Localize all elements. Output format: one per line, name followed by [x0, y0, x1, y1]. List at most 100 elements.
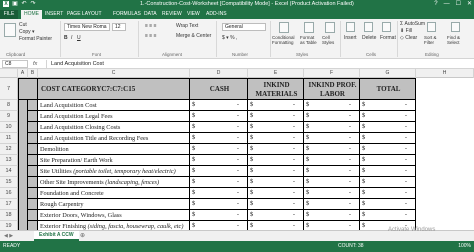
cash-cell[interactable]: $ -	[190, 133, 248, 144]
spacer-cell[interactable]	[28, 166, 38, 177]
name-box[interactable]: C8	[2, 60, 28, 68]
cost-category-cell[interactable]: Exterior Finishing (siding, fascia, hous…	[38, 221, 190, 230]
materials-cell[interactable]: $ -	[248, 111, 304, 122]
cost-category-cell[interactable]: Land Acquisition Title and Recording Fee…	[38, 133, 190, 144]
total-cell[interactable]: $ -	[360, 122, 416, 133]
cost-category-cell[interactable]: Site Preparation/ Earth Work	[38, 155, 190, 166]
merge-center-button[interactable]: Merge & Center	[176, 33, 211, 39]
cash-cell[interactable]: $ -	[190, 210, 248, 221]
italic-button[interactable]: I	[71, 35, 72, 41]
tab-view[interactable]: VIEW	[187, 10, 200, 19]
spacer-cell[interactable]	[28, 188, 38, 199]
format-as-table-icon[interactable]	[304, 22, 314, 33]
cash-cell[interactable]: $ -	[190, 188, 248, 199]
cost-category-cell[interactable]: Land Acquisition Closing Costs	[38, 122, 190, 133]
cash-cell[interactable]: $ -	[190, 111, 248, 122]
undo-icon[interactable]: ↶	[21, 1, 27, 7]
labor-cell[interactable]: $ -	[304, 122, 360, 133]
total-header[interactable]: TOTAL	[360, 78, 416, 100]
row-header[interactable]: 13	[0, 155, 18, 166]
column-header-c[interactable]: C	[38, 69, 190, 78]
font-name-select[interactable]: Times New Roma	[64, 23, 110, 31]
inkind-materials-header[interactable]: INKIND MATERIALS	[248, 78, 304, 100]
copy-button[interactable]: Copy ▾	[19, 29, 35, 35]
accounting-format-icon[interactable]: $ ▾ % ,	[222, 35, 237, 41]
conditional-formatting-button[interactable]: Conditional Formatting	[272, 35, 298, 45]
cost-category-cell[interactable]: Foundation and Concrete	[38, 188, 190, 199]
column-header-e[interactable]: E	[248, 69, 304, 78]
cost-category-cell[interactable]: Other Site Improvements (landscaping, fe…	[38, 177, 190, 188]
column-header-h[interactable]: H	[416, 69, 474, 78]
cash-header[interactable]: CASH	[190, 78, 248, 100]
cost-category-cell[interactable]: Site Utilities (portable toilet, tempora…	[38, 166, 190, 177]
spacer-cell[interactable]	[28, 221, 38, 230]
cell-styles-icon[interactable]	[325, 22, 335, 33]
materials-cell[interactable]: $ -	[248, 199, 304, 210]
materials-cell[interactable]: $ -	[248, 221, 304, 230]
column-header-a[interactable]: A	[18, 69, 28, 78]
cost-category-header[interactable]: COST CATEGORYC7:C7:C15	[38, 78, 190, 100]
cash-cell[interactable]: $ -	[190, 155, 248, 166]
total-cell[interactable]: $ -	[360, 166, 416, 177]
delete-cells-icon[interactable]	[364, 22, 373, 32]
column-header-f[interactable]: F	[304, 69, 360, 78]
materials-cell[interactable]: $ -	[248, 188, 304, 199]
labor-cell[interactable]: $ -	[304, 166, 360, 177]
column-header-d[interactable]: D	[190, 69, 248, 78]
redo-icon[interactable]: ↷	[30, 1, 36, 7]
align-top-icon[interactable]: ≡ ≡ ≡	[145, 23, 157, 29]
bold-button[interactable]: B	[64, 35, 68, 41]
close-button[interactable]: ✕	[467, 0, 472, 8]
fx-icon[interactable]: fx	[33, 60, 37, 68]
font-size-select[interactable]: 12	[112, 23, 126, 31]
number-format-select[interactable]: General	[222, 23, 266, 31]
row-header[interactable]: 7	[0, 78, 18, 100]
row-header[interactable]: 12	[0, 144, 18, 155]
spacer-cell[interactable]	[28, 155, 38, 166]
sort-filter-button[interactable]: Sort & Filter	[424, 35, 444, 45]
total-cell[interactable]: $ -	[360, 155, 416, 166]
save-icon[interactable]: ▣	[12, 1, 18, 7]
row-header[interactable]: 18	[0, 210, 18, 221]
cost-category-cell[interactable]: Exterior Doors, Windows, Glass	[38, 210, 190, 221]
cash-cell[interactable]: $ -	[190, 221, 248, 230]
format-button[interactable]: Format	[380, 35, 396, 41]
total-cell[interactable]: $ -	[360, 111, 416, 122]
labor-cell[interactable]: $ -	[304, 221, 360, 230]
conditional-formatting-icon[interactable]	[279, 22, 289, 33]
materials-cell[interactable]: $ -	[248, 122, 304, 133]
cash-cell[interactable]: $ -	[190, 144, 248, 155]
total-cell[interactable]: $ -	[360, 133, 416, 144]
tab-data[interactable]: DATA	[144, 10, 157, 19]
total-cell[interactable]: $ -	[360, 199, 416, 210]
select-all-corner[interactable]	[0, 69, 18, 78]
insert-cells-icon[interactable]	[346, 22, 355, 32]
sort-filter-icon[interactable]	[427, 22, 436, 32]
format-painter-button[interactable]: Format Painter	[19, 36, 52, 42]
labor-cell[interactable]: $ -	[304, 133, 360, 144]
row-header[interactable]: 17	[0, 199, 18, 210]
spacer-cell[interactable]	[28, 111, 38, 122]
format-as-table-button[interactable]: Format as Table	[300, 35, 320, 45]
cash-cell[interactable]: $ -	[190, 122, 248, 133]
tab-file[interactable]: FILE	[0, 10, 18, 19]
cost-category-cell[interactable]: Land Acquisition Cost	[38, 100, 190, 111]
labor-cell[interactable]: $ -	[304, 177, 360, 188]
labor-cell[interactable]: $ -	[304, 199, 360, 210]
find-select-button[interactable]: Find & Select	[447, 35, 471, 45]
materials-cell[interactable]: $ -	[248, 210, 304, 221]
row-header[interactable]: 16	[0, 188, 18, 199]
spacer-cell[interactable]	[28, 144, 38, 155]
labor-cell[interactable]: $ -	[304, 210, 360, 221]
minimize-button[interactable]: —	[444, 0, 450, 8]
materials-cell[interactable]: $ -	[248, 166, 304, 177]
help-button[interactable]: ?	[434, 0, 437, 8]
cost-category-cell[interactable]: Demolition	[38, 144, 190, 155]
inkind-labor-header[interactable]: INKIND PROF. LABOR	[304, 78, 360, 100]
column-header-g[interactable]: G	[360, 69, 416, 78]
column-header-b[interactable]: B	[28, 69, 38, 78]
autosum-button[interactable]: Σ AutoSum	[400, 21, 425, 27]
tab-review[interactable]: REVIEW	[162, 10, 182, 19]
materials-cell[interactable]: $ -	[248, 155, 304, 166]
labor-cell[interactable]: $ -	[304, 155, 360, 166]
